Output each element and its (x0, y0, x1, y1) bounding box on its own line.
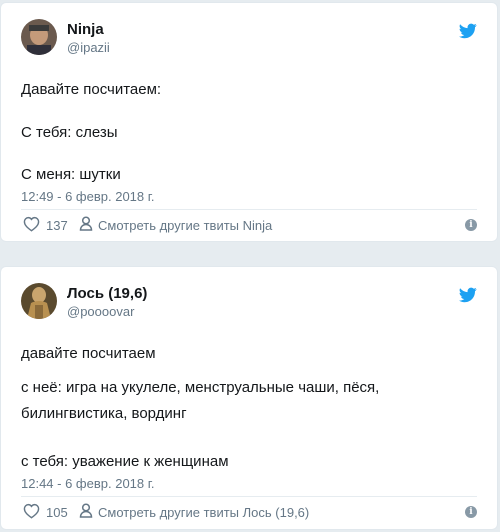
like-count[interactable]: 105 (46, 505, 68, 520)
tweet-text-line: с неё: игра на укулеле, менструальные ча… (21, 379, 380, 396)
info-icon[interactable]: i (465, 506, 477, 518)
tweet-text-line: давайте посчитаем (21, 345, 156, 362)
heart-icon[interactable] (23, 216, 40, 232)
heart-icon[interactable] (23, 503, 40, 519)
tweet-card[interactable]: Лось (19,6) @poooovar давайте посчитаем … (0, 266, 498, 530)
tweet-text-line: билингвистика, вординг (21, 405, 187, 422)
tweet-text-line: С тебя: слезы (21, 124, 118, 141)
avatar[interactable] (21, 19, 57, 55)
tweet-timestamp[interactable]: 12:49 - 6 февр. 2018 г. (21, 189, 155, 204)
more-tweets-link[interactable]: Смотреть другие твиты Лось (19,6) (98, 505, 309, 520)
person-icon[interactable] (79, 503, 93, 518)
info-icon[interactable]: i (465, 219, 477, 231)
tweet-card[interactable]: Ninja @ipazii Давайте посчитаем: С тебя:… (0, 2, 498, 242)
divider (21, 496, 477, 497)
tweet-text-line: Давайте посчитаем: (21, 81, 162, 98)
author-name[interactable]: Лось (19,6) (67, 285, 147, 302)
more-tweets-link[interactable]: Смотреть другие твиты Ninja (98, 218, 272, 233)
twitter-bird-icon[interactable] (459, 287, 477, 303)
like-count[interactable]: 137 (46, 218, 68, 233)
avatar[interactable] (21, 283, 57, 319)
tweet-text-line: С меня: шутки (21, 166, 121, 183)
tweet-text-line: с тебя: уважение к женщинам (21, 453, 229, 470)
person-icon[interactable] (79, 216, 93, 231)
twitter-bird-icon[interactable] (459, 23, 477, 39)
tweet-timestamp[interactable]: 12:44 - 6 февр. 2018 г. (21, 476, 155, 491)
divider (21, 209, 477, 210)
author-name[interactable]: Ninja (67, 21, 104, 38)
author-handle[interactable]: @ipazii (67, 40, 110, 55)
author-handle[interactable]: @poooovar (67, 304, 134, 319)
